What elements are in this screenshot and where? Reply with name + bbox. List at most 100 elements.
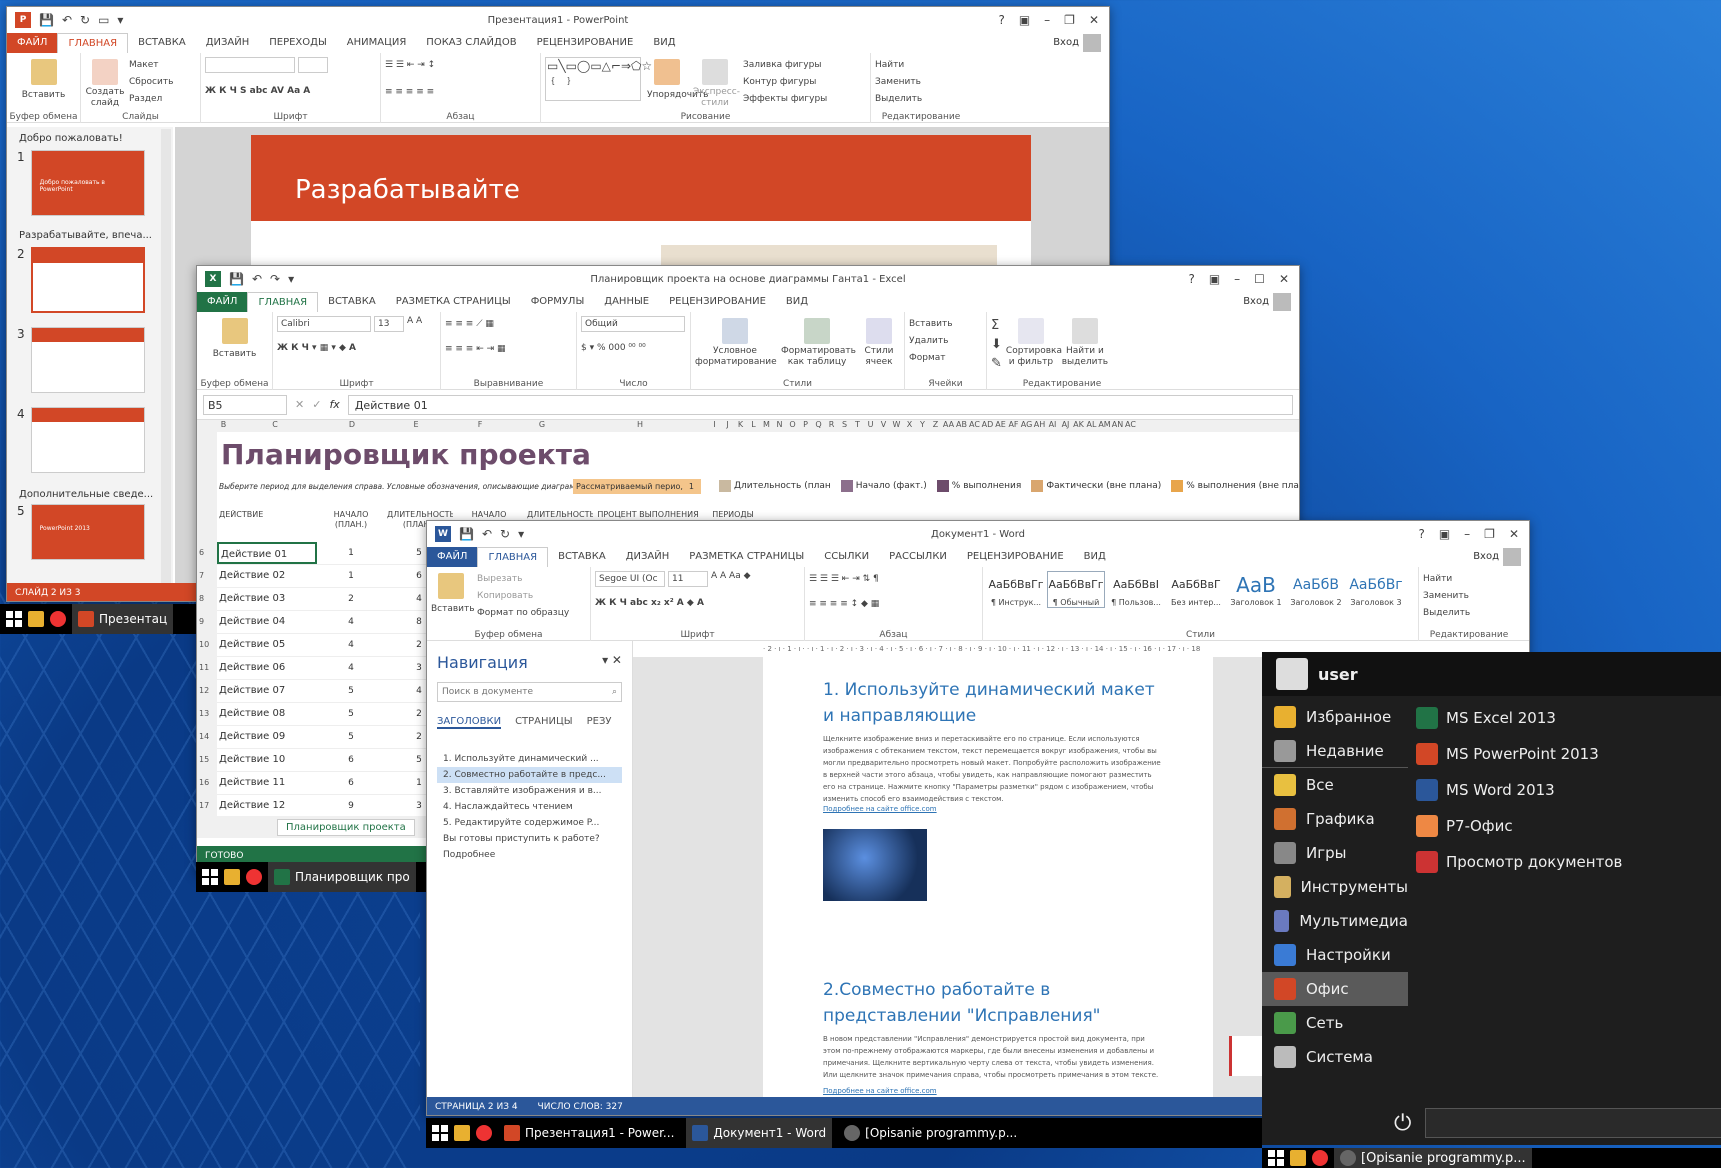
replace-button[interactable]: Заменить	[1423, 588, 1515, 605]
tab-4[interactable]: ПЕРЕХОДЫ	[259, 33, 337, 53]
column-header[interactable]: AE	[994, 420, 1007, 432]
column-header[interactable]: AG	[1020, 420, 1033, 432]
close-icon[interactable]: ✕	[1509, 527, 1519, 541]
task-name-cell[interactable]: Действие 04	[217, 611, 317, 633]
cell-styles-button[interactable]: Стили ячеек	[859, 346, 899, 368]
table-row[interactable]: Действие 07 5 4	[217, 680, 453, 703]
customize-qa-icon[interactable]: ▾	[117, 13, 123, 27]
power-icon[interactable]: ⏻	[1394, 1111, 1411, 1136]
h-align-buttons[interactable]: ≡ ≡ ≡ ⇤ ⇥ ▦	[445, 341, 572, 358]
layout-button[interactable]: Макет	[129, 57, 173, 74]
select-button[interactable]: Выделить	[1423, 605, 1515, 622]
nav-tab-2[interactable]: РЕЗУ	[587, 716, 612, 729]
menu-app[interactable]: MS PowerPoint 2013	[1408, 736, 1721, 772]
table-row[interactable]: Действие 10 6 5	[217, 749, 453, 772]
font-name-select[interactable]: Segoe UI (Ос	[595, 571, 665, 587]
row-number[interactable]: 13	[199, 709, 209, 718]
paste-button[interactable]: Вставить	[201, 346, 268, 363]
shapes-gallery[interactable]: ▭╲▭◯▭△⌐⇒⬠☆﹛ ﹜	[545, 57, 652, 101]
tab-7[interactable]: ВИД	[776, 292, 818, 312]
column-header[interactable]: P	[799, 420, 812, 432]
column-header[interactable]: AN	[1111, 420, 1124, 432]
column-header[interactable]: E	[384, 420, 448, 432]
slide-thumbnail-4[interactable]	[30, 407, 145, 473]
word-count[interactable]: ЧИСЛО СЛОВ: 327	[538, 1097, 623, 1115]
function-icon[interactable]: fx	[329, 398, 339, 411]
cond-format-button[interactable]: Условное форматирование	[695, 346, 777, 368]
tab-6[interactable]: РЕЦЕНЗИРОВАНИЕ	[659, 292, 776, 312]
tab-1[interactable]: ГЛАВНАЯ	[477, 547, 549, 567]
plan-start-cell[interactable]: 1	[317, 548, 385, 558]
quick-styles-icon[interactable]	[702, 59, 728, 85]
cut-button[interactable]: Вырезать	[477, 571, 569, 588]
paste-icon[interactable]	[30, 59, 57, 85]
table-row[interactable]: Действие 02 1 6	[217, 565, 453, 588]
select-button[interactable]: Выделить	[875, 91, 967, 108]
close-icon[interactable]: ✕	[1279, 272, 1289, 286]
account-avatar[interactable]	[1083, 34, 1101, 52]
style-0[interactable]: АаБбВвГг ¶ Инструк...	[987, 571, 1045, 608]
style-1[interactable]: АаБбВвГг ¶ Обычный	[1047, 571, 1105, 608]
list-buttons[interactable]: ☰ ☰ ⇤ ⇥ ↕	[385, 57, 536, 74]
ribbon-display-icon[interactable]: ▣	[1209, 272, 1220, 286]
cell-styles-icon[interactable]	[866, 318, 892, 344]
row-number[interactable]: 17	[199, 801, 209, 810]
menu-app[interactable]: Просмотр документов	[1408, 844, 1721, 880]
login-link[interactable]: Вход	[1243, 292, 1299, 312]
office-link-2[interactable]: Подробнее на сайте office.com	[823, 1087, 1163, 1095]
menu-category[interactable]: Избранное	[1262, 700, 1408, 734]
heading-2[interactable]: 2.Совместно работайте в представлении "И…	[823, 977, 1163, 1029]
column-header[interactable]: AB	[955, 420, 968, 432]
plan-start-cell[interactable]: 4	[317, 663, 385, 673]
taskbar-item-word[interactable]: Документ1 - Word	[686, 1118, 833, 1148]
powerpoint-app-icon[interactable]: P	[15, 12, 31, 28]
slide-thumbnail-1[interactable]: Добро пожаловать в PowerPoint	[30, 150, 145, 216]
start-icon[interactable]	[1268, 1150, 1284, 1166]
section-button[interactable]: Раздел	[129, 91, 173, 108]
minimize-icon[interactable]: –	[1044, 13, 1050, 27]
autosum-icon[interactable]: Σ ⬇ ✎	[991, 316, 1002, 386]
save-icon[interactable]: 💾	[229, 272, 244, 286]
font-size-select[interactable]: 11	[668, 571, 708, 587]
font-size-select[interactable]	[298, 57, 328, 73]
column-header[interactable]: AM	[1098, 420, 1111, 432]
task-name-cell[interactable]: Действие 01	[217, 542, 317, 564]
table-row[interactable]: Действие 03 2 4	[217, 588, 453, 611]
style-4[interactable]: АаВ Заголовок 1	[1227, 571, 1285, 608]
tab-2[interactable]: ВСТАВКА	[548, 547, 616, 567]
column-header[interactable]: T	[851, 420, 864, 432]
column-header[interactable]: C	[230, 420, 320, 432]
period-value[interactable]: 1	[689, 479, 694, 494]
tab-1[interactable]: ГЛАВНАЯ	[57, 33, 129, 53]
restore-icon[interactable]: ❐	[1484, 527, 1495, 541]
start-icon[interactable]	[202, 869, 218, 885]
paste-button[interactable]: Вставить	[11, 87, 76, 104]
section-header[interactable]: Добро пожаловать!	[7, 127, 173, 150]
account-avatar[interactable]	[1503, 548, 1521, 566]
undo-icon[interactable]: ↶	[482, 527, 492, 541]
plan-start-cell[interactable]: 9	[317, 801, 385, 811]
tab-8[interactable]: ВИД	[643, 33, 685, 53]
column-header[interactable]: U	[864, 420, 877, 432]
style-5[interactable]: АаБбВ Заголовок 2	[1287, 571, 1345, 608]
column-header[interactable]: AJ	[1059, 420, 1072, 432]
slide-thumbnail-5[interactable]: PowerPoint 2013	[30, 504, 145, 560]
table-row[interactable]: Действие 01 1 5	[217, 542, 453, 565]
font-format-buttons[interactable]: Ж К Ч S abc AV Aa A	[205, 83, 376, 100]
tab-4[interactable]: ФОРМУЛЫ	[521, 292, 595, 312]
paste-icon[interactable]	[221, 318, 248, 344]
chrome-icon[interactable]	[50, 611, 66, 627]
tab-1[interactable]: ГЛАВНАЯ	[247, 292, 319, 312]
column-header[interactable]: AC	[1124, 420, 1137, 432]
tab-0[interactable]: ФАЙЛ	[197, 292, 248, 312]
menu-category[interactable]: Все	[1262, 768, 1408, 802]
plan-start-cell[interactable]: 5	[317, 732, 385, 742]
column-header[interactable]: AH	[1033, 420, 1046, 432]
shape-fill-button[interactable]: Заливка фигуры	[743, 57, 827, 74]
taskbar-item-powerpoint[interactable]: Презентац	[72, 604, 174, 634]
task-name-cell[interactable]: Действие 07	[217, 680, 317, 702]
column-header[interactable]: AD	[981, 420, 994, 432]
row-number[interactable]: 10	[199, 640, 209, 649]
row-number[interactable]: 16	[199, 778, 209, 787]
folder-icon[interactable]	[1290, 1150, 1306, 1166]
